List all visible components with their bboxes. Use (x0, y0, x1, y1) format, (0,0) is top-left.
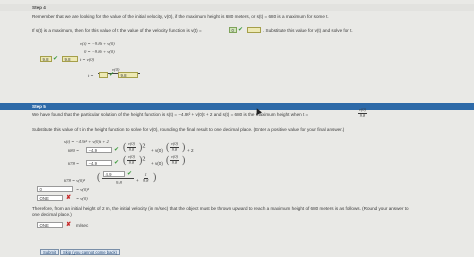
t-fraction: v(0) 9.8 (358, 107, 367, 118)
step5-substitute-instruction: Substitute this value of t in the height… (32, 127, 345, 132)
step4-title: Step 4 (32, 5, 46, 10)
skip-button[interactable]: Skip (you cannot come back) (60, 249, 120, 255)
check-icon: ✔ (114, 147, 120, 153)
close-paren: ) (182, 155, 186, 166)
step5-header: Step 5 (0, 103, 474, 110)
step5-intro: We have found that the particular soluti… (32, 112, 309, 117)
plus-sign: + (136, 178, 139, 183)
row678b-tail-frac: 1 9.8 (143, 172, 149, 183)
row680-coefficient-field[interactable]: −4.9 (86, 147, 112, 153)
row678b-numerator-field[interactable]: 4.9 (103, 171, 125, 177)
denominator-field[interactable]: 9.8 (118, 72, 138, 78)
row680-frac2: v(0) 9.8 (170, 141, 179, 152)
fraction-bar (102, 178, 134, 179)
close-paren: ) (182, 142, 186, 153)
row678b-lhs: 678 = v(0)² (64, 178, 86, 183)
coefficient-field-left[interactable]: 9.8 (40, 56, 52, 62)
row678-coefficient-field[interactable]: −4.9 (86, 160, 112, 166)
v0-squared-rhs: = v(0)² (76, 187, 90, 192)
coefficient-field-t[interactable]: 9.8 (62, 56, 78, 62)
row680-frac2-den: 9.8 (171, 146, 178, 152)
final-velocity-field[interactable]: ONE (37, 222, 63, 228)
check-icon: ✔ (109, 72, 115, 78)
check-icon: ✔ (114, 160, 120, 166)
problem-page: Step 4 Remember that we are looking for … (0, 0, 474, 257)
final-instruction: Therefore, from an initial height of 2 m… (32, 206, 409, 211)
check-icon: ✔ (127, 171, 133, 177)
equation-zero: 0 = −9.8t + v(0) (84, 49, 115, 54)
velocity-answer-field[interactable]: 0 (229, 27, 237, 33)
plus-sign: + v(0) (151, 161, 163, 166)
t-fraction-den: 9.8 (359, 112, 366, 118)
equation-t-solved-lhs: t = (88, 73, 94, 78)
plus-sign: + v(0) (151, 148, 163, 153)
check-icon: ✔ (53, 56, 59, 62)
row680-frac1: v(0) 9.8 (127, 141, 136, 152)
equation-t-v0: t = v(0) (80, 57, 95, 62)
v0-field[interactable]: ONE (37, 195, 63, 201)
equation-velocity: v(t) = −9.8t + v(0) (80, 41, 115, 46)
answer-hint-box[interactable] (247, 27, 261, 33)
v0-rhs: = v(0) (76, 196, 88, 201)
close-paren: ) (153, 172, 157, 183)
row678-frac1-den: 9.8 (128, 159, 135, 165)
step4-velocity-prompt: If s(t) is a maximum, then for this valu… (32, 28, 202, 33)
incorrect-icon: ✘ (66, 194, 72, 201)
row680-frac1-den: 9.8 (128, 146, 135, 152)
row680-tail: + 2 (187, 148, 194, 153)
open-paren: ( (123, 155, 127, 166)
row678-frac2-den: 9.8 (171, 159, 178, 165)
row680-lhs: 680 = (68, 148, 80, 153)
open-paren: ( (166, 155, 170, 166)
step4-instruction: Remember that we are looking for the val… (32, 14, 329, 19)
row678-frac2: v(0) 9.8 (170, 154, 179, 165)
open-paren: ( (166, 142, 170, 153)
row678b-tail-den: 9.8 (143, 177, 149, 183)
open-paren: ( (123, 142, 127, 153)
open-paren: ( (97, 172, 101, 183)
close-paren: )² (139, 155, 146, 166)
velocity-unit: m/sec (76, 223, 89, 228)
submit-button[interactable]: Submit (40, 249, 60, 255)
step5-title: Step 5 (32, 104, 46, 109)
final-instruction-cont: one decimal place.) (32, 212, 72, 217)
v0-squared-field[interactable]: 0 (37, 186, 73, 192)
row678-lhs: 678 = (68, 161, 80, 166)
row678b-den: 9.8 (116, 180, 122, 185)
incorrect-icon: ✘ (66, 221, 72, 228)
denominator-answer-field[interactable] (99, 72, 108, 78)
height-function: s(t) = −4.9t² + v(0)t + 2 (64, 139, 109, 144)
close-paren: )² (139, 142, 146, 153)
step4-header: Step 4 (0, 4, 474, 11)
row678-frac1: v(0) 9.8 (127, 154, 136, 165)
step4-substitute-text: . Substitute this value for v(t) and sol… (263, 28, 353, 33)
check-icon: ✔ (238, 27, 244, 33)
